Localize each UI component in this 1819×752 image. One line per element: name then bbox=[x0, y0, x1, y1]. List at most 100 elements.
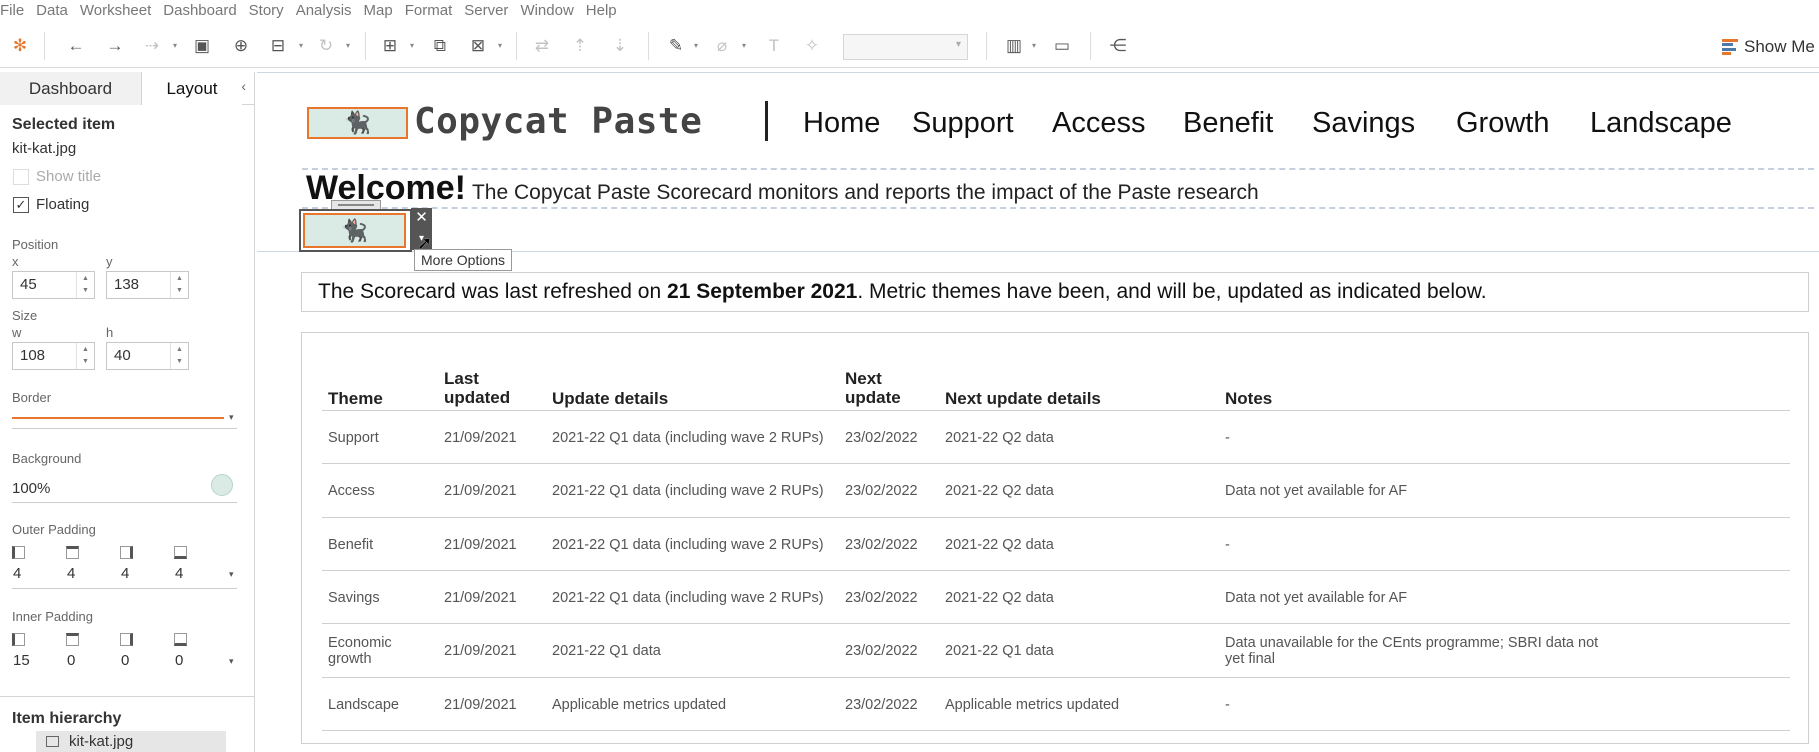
outer-padding-top-value[interactable]: 4 bbox=[67, 565, 75, 582]
undo-icon[interactable]: ← bbox=[64, 34, 88, 58]
y-position-stepper[interactable]: 138 ▲ ▼ bbox=[106, 271, 189, 299]
chevron-down-icon[interactable]: ▾ bbox=[229, 412, 234, 423]
chevron-down-icon[interactable]: ▾ bbox=[410, 41, 414, 50]
share-icon[interactable]: ⋲ bbox=[1106, 34, 1130, 58]
stepper-arrows-icon[interactable]: ▲ ▼ bbox=[170, 272, 188, 298]
padding-left-icon bbox=[12, 546, 25, 559]
x-position-stepper[interactable]: 45 ▲ ▼ bbox=[12, 271, 95, 299]
replay-icon[interactable]: ⇢ bbox=[140, 34, 164, 58]
chevron-down-icon[interactable]: ▾ bbox=[498, 41, 502, 50]
fit-dropdown[interactable] bbox=[843, 34, 968, 60]
hierarchy-item-kit-kat[interactable]: kit-kat.jpg bbox=[36, 731, 226, 752]
chevron-down-icon[interactable]: ▾ bbox=[173, 41, 177, 50]
floating-checkbox[interactable]: ✓ bbox=[13, 197, 29, 213]
outer-padding-left-value[interactable]: 4 bbox=[13, 565, 21, 582]
tableau-logo-icon[interactable]: ✻ bbox=[8, 34, 32, 58]
collapse-panel-icon[interactable]: ‹ bbox=[241, 78, 246, 94]
chevron-down-icon[interactable]: ▾ bbox=[346, 41, 350, 50]
cat-logo-icon: 🐈‍⬛ bbox=[343, 110, 372, 135]
remove-item-button[interactable]: ✕ bbox=[411, 208, 432, 229]
chevron-down-icon[interactable]: ▾ bbox=[742, 41, 746, 50]
menu-window[interactable]: Window bbox=[520, 2, 573, 19]
height-stepper[interactable]: 40 ▲ ▼ bbox=[106, 342, 189, 370]
inner-padding-left-value[interactable]: 15 bbox=[13, 652, 30, 669]
nav-access[interactable]: Access bbox=[1052, 107, 1145, 140]
cell-theme: Landscape bbox=[328, 697, 399, 713]
nav-growth[interactable]: Growth bbox=[1456, 107, 1549, 140]
border-style-selector[interactable] bbox=[12, 417, 224, 419]
sort-ascending-icon[interactable]: ⇡ bbox=[568, 34, 592, 58]
pin-icon[interactable]: ✧ bbox=[800, 34, 824, 58]
inner-padding-right-value[interactable]: 0 bbox=[121, 652, 129, 669]
duplicate-sheet-icon[interactable]: ⧉ bbox=[428, 34, 452, 58]
row-divider bbox=[322, 517, 1790, 518]
menu-format[interactable]: Format bbox=[405, 2, 453, 19]
cell-theme: Savings bbox=[328, 590, 380, 606]
welcome-heading: Welcome! bbox=[306, 169, 466, 207]
clear-sheet-icon[interactable]: ⊠ bbox=[466, 34, 490, 58]
kit-kat-image: 🐈‍⬛ bbox=[303, 213, 406, 248]
nav-home[interactable]: Home bbox=[803, 107, 880, 140]
sort-descending-icon[interactable]: ⇣ bbox=[608, 34, 632, 58]
welcome-text: The Copycat Paste Scorecard monitors and… bbox=[471, 181, 1259, 204]
chevron-down-icon[interactable]: ▾ bbox=[229, 569, 234, 580]
background-opacity-value[interactable]: 100% bbox=[12, 480, 50, 497]
presentation-mode-icon[interactable]: ▭ bbox=[1050, 34, 1074, 58]
refresh-prefix: The Scorecard was last refreshed on bbox=[318, 280, 668, 303]
menu-dashboard[interactable]: Dashboard bbox=[163, 2, 236, 19]
cell-theme: Benefit bbox=[328, 537, 374, 553]
inner-padding-bottom-value[interactable]: 0 bbox=[175, 652, 183, 669]
cell-update-details: 2021-22 Q1 data bbox=[552, 643, 661, 659]
stepper-arrows-icon[interactable]: ▲ ▼ bbox=[76, 272, 94, 298]
tab-layout[interactable]: Layout bbox=[142, 72, 242, 105]
chevron-down-icon[interactable]: ▾ bbox=[1032, 41, 1036, 50]
chevron-down-icon[interactable]: ▾ bbox=[694, 41, 698, 50]
show-me-button[interactable]: Show Me bbox=[1722, 35, 1815, 59]
tab-dashboard[interactable]: Dashboard bbox=[0, 72, 142, 105]
chevron-down-icon[interactable]: ▾ bbox=[299, 41, 303, 50]
nav-savings[interactable]: Savings bbox=[1312, 107, 1415, 140]
menu-analysis[interactable]: Analysis bbox=[296, 2, 352, 19]
stepper-arrows-icon[interactable]: ▲ ▼ bbox=[76, 343, 94, 369]
outer-padding-bottom-value[interactable]: 4 bbox=[175, 565, 183, 582]
stepper-arrows-icon[interactable]: ▲ ▼ bbox=[170, 343, 188, 369]
selected-image-frame[interactable]: 🐈‍⬛ bbox=[299, 209, 412, 252]
width-stepper[interactable]: 108 ▲ ▼ bbox=[12, 342, 95, 370]
menu-data[interactable]: Data bbox=[36, 2, 68, 19]
background-color-swatch[interactable] bbox=[211, 474, 233, 496]
highlight-icon[interactable]: ✎ bbox=[664, 34, 688, 58]
inner-padding-top-value[interactable]: 0 bbox=[67, 652, 75, 669]
menu-story[interactable]: Story bbox=[249, 2, 284, 19]
refresh-data-icon[interactable]: ↻ bbox=[314, 34, 338, 58]
nav-support[interactable]: Support bbox=[912, 107, 1014, 140]
row-divider bbox=[322, 623, 1790, 624]
labels-icon[interactable]: T bbox=[762, 34, 786, 58]
drag-handle[interactable] bbox=[331, 200, 381, 209]
menu-worksheet[interactable]: Worksheet bbox=[80, 2, 151, 19]
redo-icon[interactable]: → bbox=[103, 34, 127, 58]
toolbar-separator bbox=[365, 32, 366, 60]
padding-right-icon bbox=[120, 546, 133, 559]
menu-file[interactable]: File bbox=[0, 2, 24, 19]
show-title-checkbox[interactable] bbox=[13, 169, 29, 185]
show-cards-icon[interactable]: ▥ bbox=[1002, 34, 1026, 58]
image-icon bbox=[46, 736, 59, 747]
menu-map[interactable]: Map bbox=[364, 2, 393, 19]
nav-landscape[interactable]: Landscape bbox=[1590, 107, 1732, 140]
nav-benefit[interactable]: Benefit bbox=[1183, 107, 1273, 140]
new-data-source-icon[interactable]: ⊕ bbox=[229, 34, 253, 58]
cell-notes: Data not yet available for AF bbox=[1225, 590, 1408, 606]
show-me-icon bbox=[1722, 39, 1738, 55]
menu-server[interactable]: Server bbox=[464, 2, 508, 19]
cell-last-updated: 21/09/2021 bbox=[444, 430, 517, 446]
brand-logo[interactable]: 🐈‍⬛ bbox=[307, 107, 408, 139]
outer-padding-right-value[interactable]: 4 bbox=[121, 565, 129, 582]
cell-theme: Access bbox=[328, 483, 375, 499]
chevron-down-icon[interactable]: ▾ bbox=[229, 656, 234, 667]
group-icon[interactable]: ⌀ bbox=[710, 34, 734, 58]
save-icon[interactable]: ▣ bbox=[190, 34, 214, 58]
menu-help[interactable]: Help bbox=[586, 2, 617, 19]
pause-updates-icon[interactable]: ⊟ bbox=[266, 34, 290, 58]
swap-icon[interactable]: ⇄ bbox=[530, 34, 554, 58]
new-worksheet-icon[interactable]: ⊞ bbox=[378, 34, 402, 58]
